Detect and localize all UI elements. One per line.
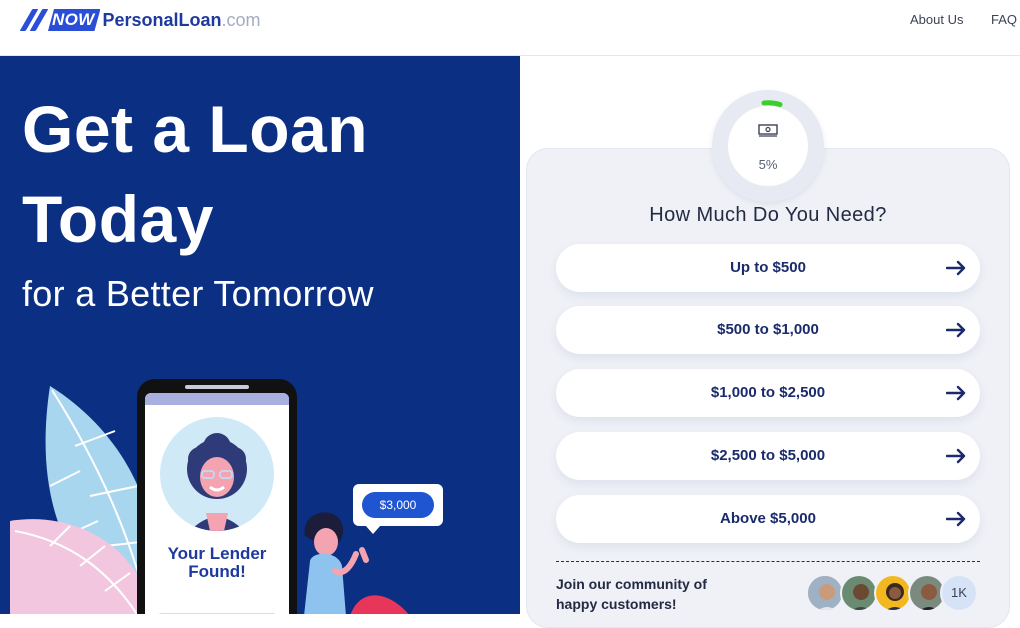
logo-loan: Loan <box>178 9 222 30</box>
woman-illustration <box>304 512 409 614</box>
logo-now: NOW <box>48 9 100 31</box>
community-text: Join our community of happy customers! <box>556 574 707 614</box>
lender-avatar <box>160 417 274 531</box>
option-up-to-500[interactable]: Up to $500 <box>556 244 980 292</box>
progress-inner: 5% <box>728 106 808 186</box>
option-above-5000[interactable]: Above $5,000 <box>556 495 980 543</box>
brand-logo[interactable]: NOW Personal Loan .com <box>19 8 261 32</box>
lender-avatar-icon <box>187 433 247 531</box>
site-header: NOW Personal Loan .com About Us FAQ <box>0 0 1020 56</box>
customer-avatar <box>806 574 844 612</box>
dashed-divider <box>556 561 980 562</box>
hero-section: Get a Loan Today for a Better Tomorrow Y… <box>0 56 520 614</box>
arrow-right-icon <box>946 260 966 276</box>
money-icon <box>758 124 778 137</box>
customer-avatar <box>874 574 912 612</box>
arrow-right-icon <box>946 385 966 401</box>
customer-count-badge: 1K <box>940 574 978 612</box>
community-line1: Join our community of <box>556 576 707 592</box>
option-label: Up to $500 <box>730 259 806 276</box>
option-1000-to-2500[interactable]: $1,000 to $2,500 <box>556 369 980 417</box>
customer-avatar <box>840 574 878 612</box>
lender-line1: Your Lender <box>167 544 267 563</box>
lender-found-text: Your Lender Found! <box>145 545 289 581</box>
hero-title-line1: Get a Loan <box>22 92 369 166</box>
option-label: $500 to $1,000 <box>717 321 819 338</box>
arrow-right-icon <box>946 511 966 527</box>
form-title: How Much Do You Need? <box>649 204 887 226</box>
nav-about-us[interactable]: About Us <box>910 12 963 27</box>
hero-title-line2: Today <box>22 182 214 256</box>
nav-faq[interactable]: FAQ <box>991 12 1017 27</box>
logo-personal: Personal <box>102 9 179 30</box>
phone-status-bar <box>145 393 289 405</box>
phone-illustration: Your Lender Found! <box>137 379 297 614</box>
option-label: Above $5,000 <box>720 510 816 527</box>
arrow-right-icon <box>946 322 966 338</box>
lender-line2: Found! <box>188 562 246 581</box>
option-500-to-1000[interactable]: $500 to $1,000 <box>556 306 980 354</box>
progress-indicator: 5% <box>712 90 824 202</box>
progress-percent: 5% <box>758 157 778 172</box>
phone-screen: Your Lender Found! <box>145 393 289 614</box>
arrow-right-icon <box>946 448 966 464</box>
option-label: $1,000 to $2,500 <box>710 384 826 401</box>
community-line2: happy customers! <box>556 596 677 612</box>
option-2500-to-5000[interactable]: $2,500 to $5,000 <box>556 432 980 480</box>
logo-com: .com <box>221 9 261 30</box>
logo-stripes-icon <box>19 9 49 31</box>
hero-subtitle: for a Better Tomorrow <box>22 273 374 314</box>
option-label: $2,500 to $5,000 <box>710 447 826 464</box>
phone-notch <box>185 385 249 389</box>
